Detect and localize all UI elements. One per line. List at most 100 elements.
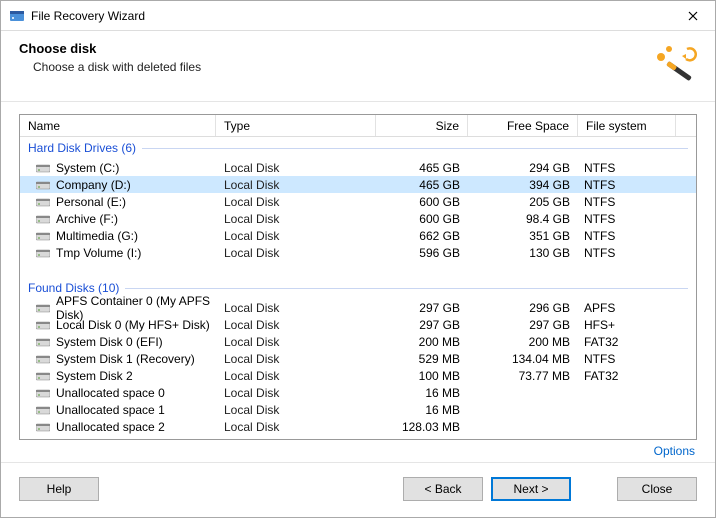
grid-header: Name Type Size Free Space File system bbox=[20, 115, 696, 137]
grid-body[interactable]: Hard Disk Drives (6)System (C:)Local Dis… bbox=[20, 137, 696, 439]
disk-type: Local Disk bbox=[216, 318, 376, 332]
disk-filesystem: NTFS bbox=[578, 212, 676, 226]
disk-name: System Disk 1 (Recovery) bbox=[56, 352, 195, 366]
window-close-button[interactable] bbox=[671, 1, 715, 31]
disk-type: Local Disk bbox=[216, 420, 376, 434]
page-title: Choose disk bbox=[19, 41, 649, 56]
disk-filesystem: APFS bbox=[578, 301, 676, 315]
disk-row[interactable]: Tmp Volume (I:) Local Disk596 GB130 GBNTF… bbox=[20, 244, 696, 261]
disk-name: Unallocated space 2 bbox=[56, 420, 165, 434]
disk-filesystem: NTFS bbox=[578, 195, 676, 209]
disk-icon bbox=[36, 302, 50, 314]
disk-row[interactable]: Multimedia (G:) Local Disk662 GB351 GBNTF… bbox=[20, 227, 696, 244]
disk-type: Local Disk bbox=[216, 246, 376, 260]
disk-name: System Disk 0 (EFI) bbox=[56, 335, 163, 349]
disk-size: 16 MB bbox=[376, 403, 468, 417]
disk-size: 465 GB bbox=[376, 178, 468, 192]
disk-filesystem: NTFS bbox=[578, 229, 676, 243]
disk-filesystem: FAT32 bbox=[578, 369, 676, 383]
help-button[interactable]: Help bbox=[19, 477, 99, 501]
disk-type: Local Disk bbox=[216, 352, 376, 366]
disk-row[interactable]: System Disk 1 (Recovery) Local Disk529 MB… bbox=[20, 350, 696, 367]
disk-size: 600 GB bbox=[376, 212, 468, 226]
window-title: File Recovery Wizard bbox=[31, 9, 671, 23]
disk-free: 98.4 GB bbox=[468, 212, 578, 226]
disk-row[interactable]: System Disk 0 (EFI)Local Disk200 MB200 M… bbox=[20, 333, 696, 350]
disk-row[interactable]: Archive (F:) Local Disk600 GB98.4 GBNTFS bbox=[20, 210, 696, 227]
disk-type: Local Disk bbox=[216, 212, 376, 226]
disk-icon bbox=[36, 370, 50, 382]
disk-filesystem: NTFS bbox=[578, 246, 676, 260]
disk-name: Company (D:) bbox=[56, 178, 131, 192]
disk-row[interactable]: System Disk 2Local Disk100 MB73.77 MBFAT… bbox=[20, 367, 696, 384]
disk-grid: Name Type Size Free Space File system Ha… bbox=[19, 114, 697, 440]
disk-type: Local Disk bbox=[216, 386, 376, 400]
column-header-fs[interactable]: File system bbox=[578, 115, 676, 136]
disk-row[interactable]: Personal (E:)Local Disk600 GB205 GBNTFS bbox=[20, 193, 696, 210]
column-header-size[interactable]: Size bbox=[376, 115, 468, 136]
disk-type: Local Disk bbox=[216, 178, 376, 192]
disk-free: 297 GB bbox=[468, 318, 578, 332]
disk-free: 73.77 MB bbox=[468, 369, 578, 383]
disk-filesystem: HFS+ bbox=[578, 318, 676, 332]
disk-row[interactable]: Company (D:)Local Disk465 GB394 GBNTFS bbox=[20, 176, 696, 193]
column-header-free[interactable]: Free Space bbox=[468, 115, 578, 136]
disk-free: 205 GB bbox=[468, 195, 578, 209]
disk-free: 200 MB bbox=[468, 335, 578, 349]
disk-size: 200 MB bbox=[376, 335, 468, 349]
disk-size: 297 GB bbox=[376, 301, 468, 315]
app-icon bbox=[9, 8, 25, 24]
button-bar: Help < Back Next > Close bbox=[1, 462, 715, 517]
disk-size: 529 MB bbox=[376, 352, 468, 366]
disk-type: Local Disk bbox=[216, 195, 376, 209]
disk-free: 294 GB bbox=[468, 161, 578, 175]
disk-type: Local Disk bbox=[216, 335, 376, 349]
disk-filesystem: FAT32 bbox=[578, 335, 676, 349]
column-header-name[interactable]: Name bbox=[20, 115, 216, 136]
next-button[interactable]: Next > bbox=[491, 477, 571, 501]
options-link[interactable]: Options bbox=[654, 444, 695, 458]
disk-name: Tmp Volume (I:) bbox=[56, 246, 141, 260]
disk-icon bbox=[36, 179, 50, 191]
disk-free: 130 GB bbox=[468, 246, 578, 260]
disk-size: 16 MB bbox=[376, 386, 468, 400]
disk-name: System (C:) bbox=[56, 161, 119, 175]
disk-filesystem: NTFS bbox=[578, 352, 676, 366]
disk-name: Personal (E:) bbox=[56, 195, 126, 209]
disk-icon bbox=[36, 404, 50, 416]
disk-size: 128.03 MB bbox=[376, 420, 468, 434]
wizard-wand-icon bbox=[649, 41, 697, 89]
disk-icon bbox=[36, 336, 50, 348]
disk-row[interactable]: System (C:) Local Disk465 GB294 GBNTFS bbox=[20, 159, 696, 176]
disk-row[interactable]: Unallocated space 2 Local Disk128.03 MB bbox=[20, 418, 696, 435]
wizard-header: Choose disk Choose a disk with deleted f… bbox=[1, 31, 715, 102]
disk-icon bbox=[36, 230, 50, 242]
disk-icon bbox=[36, 319, 50, 331]
disk-filesystem: NTFS bbox=[578, 161, 676, 175]
disk-icon bbox=[36, 162, 50, 174]
close-button[interactable]: Close bbox=[617, 477, 697, 501]
back-button[interactable]: < Back bbox=[403, 477, 483, 501]
disk-size: 465 GB bbox=[376, 161, 468, 175]
disk-name: Archive (F:) bbox=[56, 212, 118, 226]
disk-name: Unallocated space 0 bbox=[56, 386, 165, 400]
disk-name: Multimedia (G:) bbox=[56, 229, 138, 243]
disk-icon bbox=[36, 421, 50, 433]
disk-row[interactable]: Local Disk 0 (My HFS+ Disk)Local Disk297… bbox=[20, 316, 696, 333]
disk-row[interactable]: Unallocated space 1Local Disk16 MB bbox=[20, 401, 696, 418]
disk-icon bbox=[36, 387, 50, 399]
disk-size: 596 GB bbox=[376, 246, 468, 260]
disk-name: Unallocated space 1 bbox=[56, 403, 165, 417]
column-header-type[interactable]: Type bbox=[216, 115, 376, 136]
disk-row[interactable]: Unallocated space 0 Local Disk16 MB bbox=[20, 384, 696, 401]
disk-size: 100 MB bbox=[376, 369, 468, 383]
disk-type: Local Disk bbox=[216, 161, 376, 175]
disk-size: 297 GB bbox=[376, 318, 468, 332]
disk-icon bbox=[36, 247, 50, 259]
disk-size: 662 GB bbox=[376, 229, 468, 243]
title-bar: File Recovery Wizard bbox=[1, 1, 715, 31]
disk-name: System Disk 2 bbox=[56, 369, 133, 383]
disk-free: 351 GB bbox=[468, 229, 578, 243]
disk-row[interactable]: APFS Container 0 (My APFS Disk)Local Dis… bbox=[20, 299, 696, 316]
disk-type: Local Disk bbox=[216, 229, 376, 243]
